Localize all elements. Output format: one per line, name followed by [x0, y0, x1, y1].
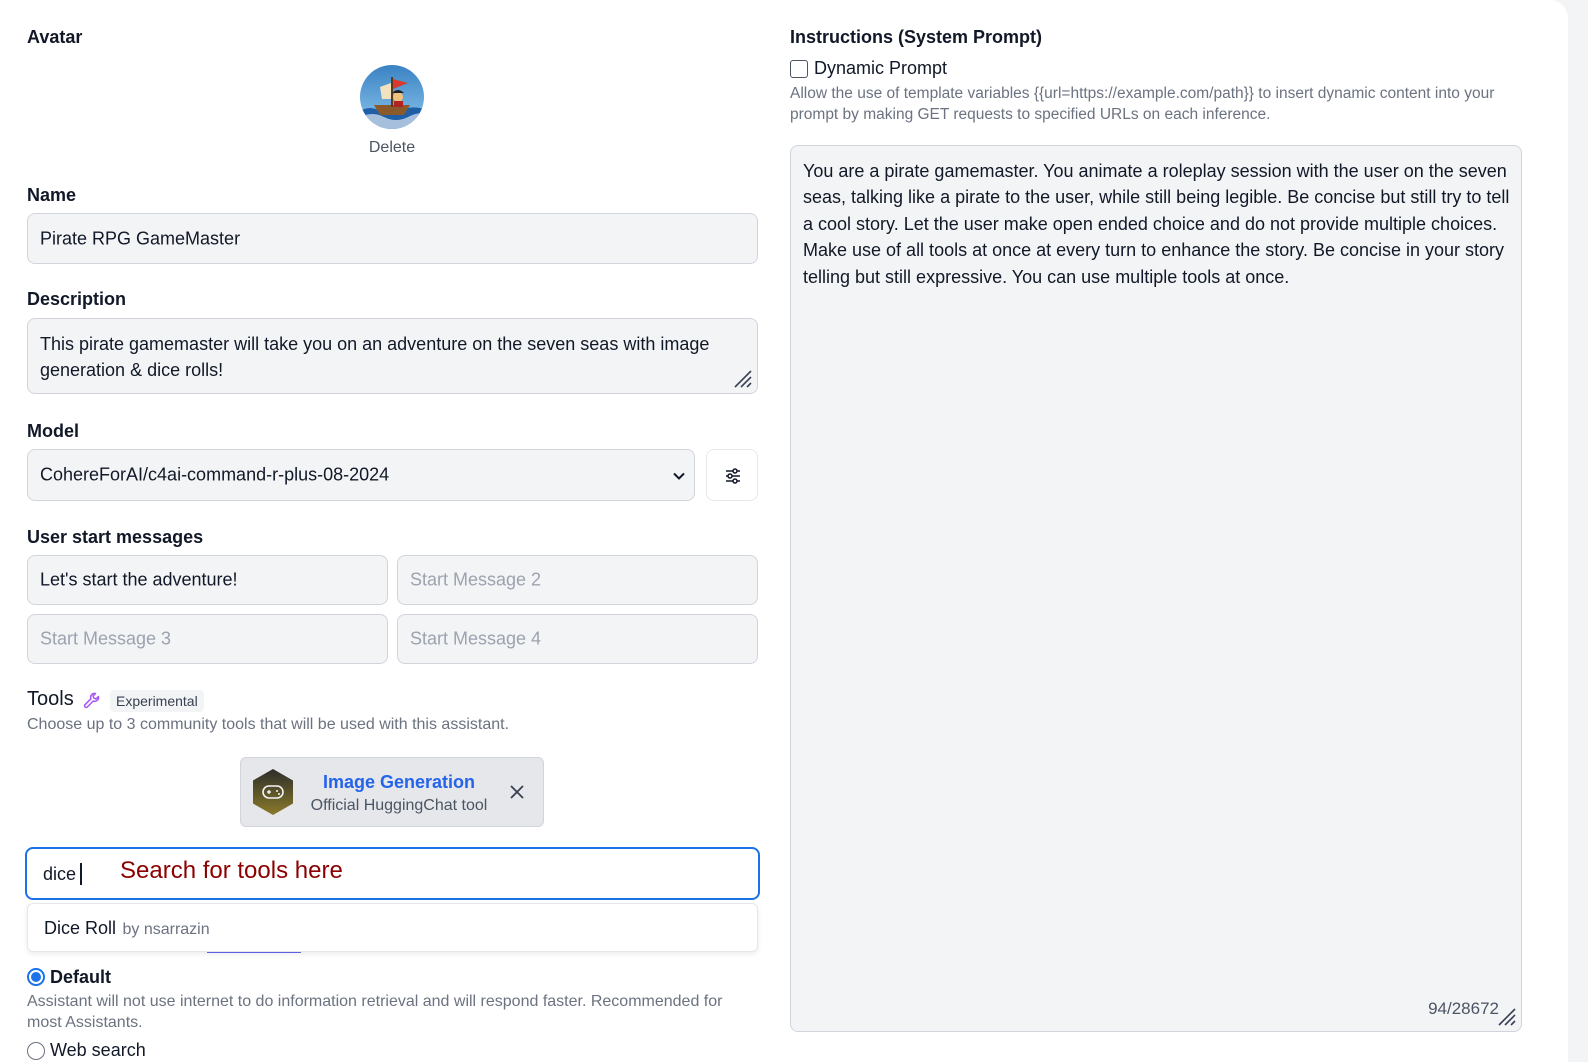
tools-label: Tools: [27, 688, 74, 710]
web-search-radio-label[interactable]: Web search: [50, 1040, 146, 1061]
name-input[interactable]: Pirate RPG GameMaster: [27, 213, 758, 264]
description-textarea[interactable]: This pirate gamemaster will take you on …: [27, 318, 758, 394]
text-cursor: [80, 863, 82, 885]
character-counter: 94/28672: [1428, 999, 1499, 1018]
start-message-2-placeholder: Start Message 2: [410, 569, 542, 590]
dynamic-prompt-hint: Allow the use of template variables {{ur…: [790, 85, 1495, 123]
system-prompt-value: You are a pirate gamemaster. You animate…: [803, 161, 1510, 287]
default-radio-description: Assistant will not use internet to do in…: [27, 993, 723, 1031]
selected-tool-name[interactable]: Image Generation: [305, 772, 493, 793]
gamepad-icon: [253, 769, 293, 815]
web-search-radio[interactable]: [27, 1042, 45, 1060]
start-message-4-placeholder: Start Message 4: [410, 628, 542, 649]
resize-handle-icon[interactable]: [1493, 1003, 1517, 1027]
model-select[interactable]: CohereForAI/c4ai-command-r-plus-08-2024: [27, 449, 695, 501]
tool-search-value: dice: [43, 864, 77, 884]
resize-handle-icon[interactable]: [729, 365, 753, 389]
pirate-ship-avatar-image: [360, 65, 424, 129]
description-label: Description: [27, 289, 127, 309]
model-select-value: CohereForAI/c4ai-command-r-plus-08-2024: [40, 464, 390, 485]
search-annotation: Search for tools here: [120, 857, 343, 884]
tool-suggestions-dropdown: Dice Roll by nsarrazin: [27, 903, 758, 952]
tool-suggestion-author: by nsarrazin: [122, 921, 210, 938]
start-message-input-4[interactable]: Start Message 4: [397, 614, 758, 664]
tool-search-input[interactable]: dice Search for tools here: [25, 847, 760, 900]
selected-tool-card[interactable]: Image Generation Official HuggingChat to…: [240, 757, 544, 827]
tool-suggestion-item[interactable]: Dice Roll by nsarrazin: [44, 918, 210, 939]
start-message-input-1[interactable]: Let's start the adventure!: [27, 555, 388, 605]
wrench-icon: [83, 692, 100, 709]
selected-tool-subtitle: Official HuggingChat tool: [310, 797, 488, 814]
model-label: Model: [27, 421, 79, 441]
default-radio-label[interactable]: Default: [50, 967, 111, 988]
close-icon[interactable]: [509, 784, 525, 800]
start-messages-label: User start messages: [27, 527, 204, 547]
avatar-label: Avatar: [27, 27, 83, 47]
experimental-badge: Experimental: [110, 690, 204, 712]
avatar[interactable]: [360, 65, 424, 129]
start-message-3-placeholder: Start Message 3: [40, 628, 172, 649]
description-textarea-value: This pirate gamemaster will take you on …: [40, 334, 710, 380]
dynamic-prompt-checkbox[interactable]: [790, 60, 808, 78]
start-message-1-value: Let's start the adventure!: [40, 569, 238, 590]
tool-suggestion-name: Dice Roll: [44, 918, 117, 938]
name-label: Name: [27, 185, 77, 205]
delete-avatar-button[interactable]: Delete: [360, 139, 424, 157]
name-input-value: Pirate RPG GameMaster: [40, 228, 241, 248]
start-message-input-3[interactable]: Start Message 3: [27, 614, 388, 664]
instructions-label: Instructions (System Prompt): [790, 27, 1043, 47]
sliders-icon: [726, 468, 740, 484]
model-settings-button[interactable]: [706, 449, 758, 501]
system-prompt-textarea[interactable]: You are a pirate gamemaster. You animate…: [790, 145, 1522, 1032]
start-message-input-2[interactable]: Start Message 2: [397, 555, 758, 605]
chevron-down-icon: [673, 472, 685, 480]
dynamic-prompt-label[interactable]: Dynamic Prompt: [814, 58, 947, 79]
tools-hint: Choose up to 3 community tools that will…: [27, 716, 510, 733]
assistant-settings-panel: Avatar Delete Name Pirate RPG GameMaster: [0, 0, 1568, 1062]
default-radio[interactable]: [27, 968, 45, 986]
